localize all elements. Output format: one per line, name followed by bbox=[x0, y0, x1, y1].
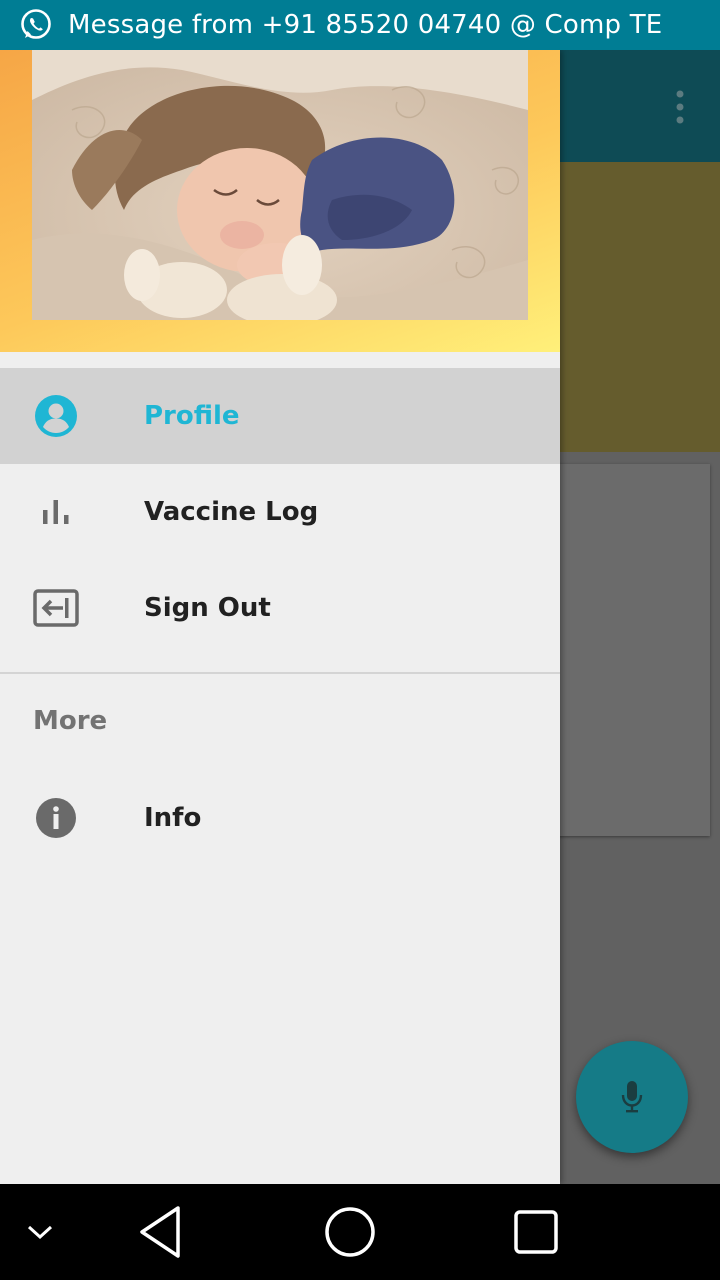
drawer-divider bbox=[0, 672, 560, 674]
drawer-item-info[interactable]: Info bbox=[0, 770, 560, 866]
nav-hide-button[interactable] bbox=[16, 1184, 64, 1280]
section-header-more: More bbox=[33, 706, 108, 736]
sleeping-child-photo bbox=[32, 50, 528, 320]
nav-home-button[interactable] bbox=[318, 1184, 382, 1280]
microphone-icon bbox=[621, 1081, 643, 1113]
nav-recents-button[interactable] bbox=[506, 1184, 566, 1280]
notification-message: Message from +91 85520 04740 @ Comp TE bbox=[68, 10, 663, 40]
drawer-item-label: Sign Out bbox=[144, 593, 271, 623]
whatsapp-icon bbox=[21, 9, 51, 39]
info-icon bbox=[33, 795, 79, 841]
nav-back-button[interactable] bbox=[130, 1184, 190, 1280]
system-nav-bar bbox=[0, 1184, 720, 1280]
drawer-item-vaccine-log[interactable]: Vaccine Log bbox=[0, 464, 560, 560]
chevron-down-icon bbox=[27, 1225, 53, 1240]
sign-out-icon bbox=[33, 585, 79, 631]
overflow-menu-icon[interactable] bbox=[676, 90, 684, 124]
voice-fab[interactable] bbox=[576, 1041, 688, 1153]
drawer-item-label: Profile bbox=[144, 401, 240, 431]
drawer-item-profile[interactable]: Profile bbox=[0, 368, 560, 464]
app-card bbox=[540, 464, 710, 836]
drawer-header bbox=[0, 50, 560, 352]
account-circle-icon bbox=[33, 393, 79, 439]
back-icon bbox=[140, 1206, 180, 1258]
navigation-drawer: Profile Vaccine Log Sign Out More Info bbox=[0, 50, 560, 1184]
drawer-item-sign-out[interactable]: Sign Out bbox=[0, 560, 560, 656]
bar-chart-icon bbox=[33, 489, 79, 535]
home-icon bbox=[325, 1207, 375, 1257]
status-bar: Message from +91 85520 04740 @ Comp TE bbox=[0, 0, 720, 50]
drawer-item-label: Info bbox=[144, 803, 202, 833]
recents-icon bbox=[514, 1210, 558, 1254]
drawer-item-label: Vaccine Log bbox=[144, 497, 319, 527]
